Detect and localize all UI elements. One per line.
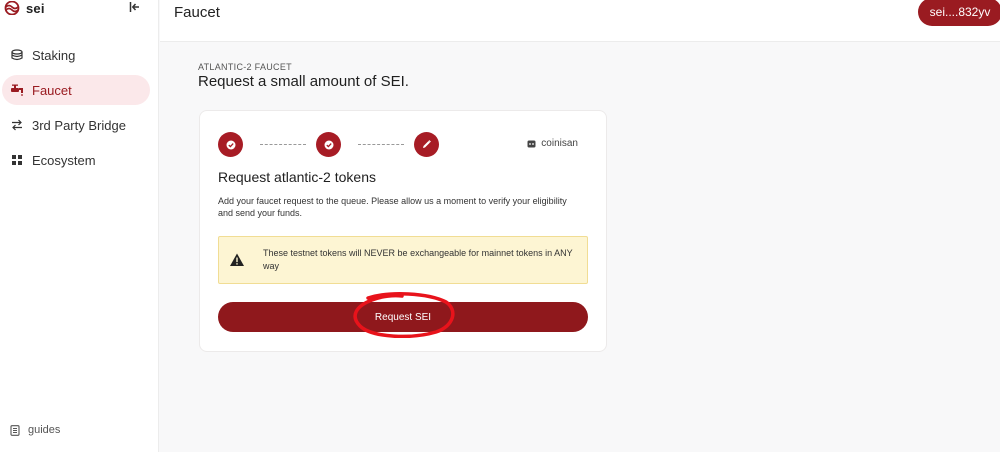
warning-text: These testnet tokens will NEVER be excha…	[263, 248, 573, 271]
step-connector	[260, 144, 306, 145]
card-title: Request atlantic-2 tokens	[218, 169, 376, 185]
card-description: Add your faucet request to the queue. Pl…	[218, 196, 567, 218]
brand[interactable]: sei	[4, 0, 45, 16]
sidebar: sei Staking Faucet 3rd Party Bridge Ecos…	[0, 0, 159, 452]
collapse-sidebar-button[interactable]	[127, 0, 143, 14]
discord-icon	[527, 140, 536, 147]
sidebar-item-faucet[interactable]: Faucet	[2, 75, 150, 105]
collapse-left-icon	[129, 2, 139, 12]
sidebar-item-3rd-party-bridge[interactable]: 3rd Party Bridge	[2, 110, 150, 140]
faucet-card: coinisan Request atlantic-2 tokens Add y…	[199, 110, 607, 352]
warning-banner: These testnet tokens will NEVER be excha…	[218, 236, 588, 284]
page-heading: Request a small amount of SEI.	[198, 73, 409, 90]
guides-label: guides	[28, 424, 61, 436]
step-connector	[358, 144, 404, 145]
step-1-complete[interactable]	[218, 132, 243, 157]
brand-name: sei	[26, 0, 45, 16]
sidebar-item-label: Staking	[32, 47, 76, 63]
sidebar-nav: Staking Faucet 3rd Party Bridge Ecosyste…	[0, 40, 159, 180]
step-3-current[interactable]	[414, 132, 439, 157]
wallet-address-button[interactable]: sei....832yv	[918, 0, 1000, 26]
faucet-icon	[10, 83, 24, 97]
sidebar-item-label: Ecosystem	[32, 152, 96, 168]
page-title: Faucet	[174, 4, 220, 21]
sidebar-item-staking[interactable]: Staking	[2, 40, 150, 70]
top-header: Faucet sei....832yv	[160, 0, 1000, 42]
book-icon	[10, 424, 20, 436]
pencil-icon	[423, 140, 431, 148]
warning-icon	[230, 253, 244, 266]
discord-user-tag: coinisan	[527, 138, 578, 149]
grid-icon	[10, 153, 24, 167]
step-2-complete[interactable]	[316, 132, 341, 157]
sidebar-item-ecosystem[interactable]: Ecosystem	[2, 145, 150, 175]
discord-username: coinisan	[541, 138, 578, 149]
sidebar-item-label: 3rd Party Bridge	[32, 117, 126, 133]
request-sei-button[interactable]: Request SEI	[218, 302, 588, 332]
check-icon	[324, 140, 333, 149]
sei-logo-icon	[4, 1, 20, 15]
guides-link[interactable]: guides	[10, 424, 60, 436]
swap-arrows-icon	[10, 118, 24, 132]
faucet-eyebrow: ATLANTIC-2 FAUCET	[198, 62, 292, 72]
sidebar-item-label: Faucet	[32, 82, 72, 98]
coins-icon	[10, 48, 24, 62]
check-icon	[226, 140, 235, 149]
